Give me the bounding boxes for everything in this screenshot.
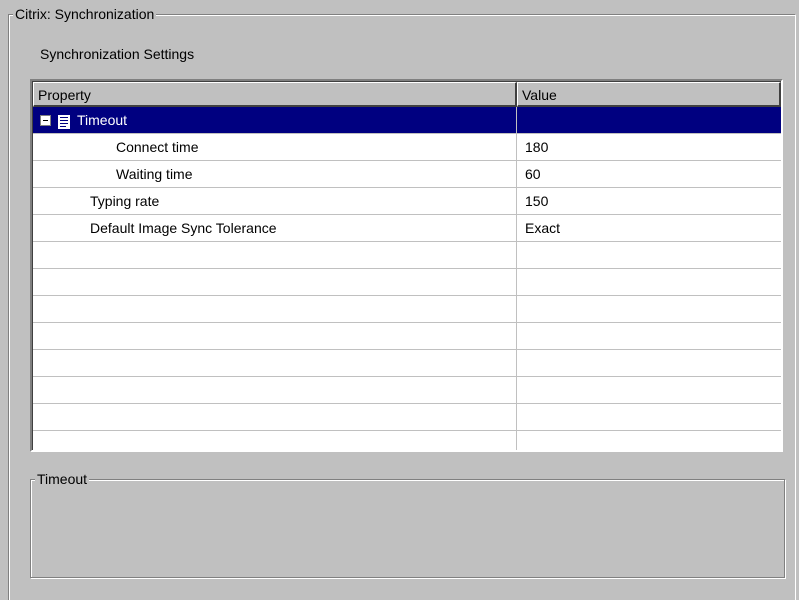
empty-cell — [517, 269, 781, 295]
value-cell[interactable]: 150 — [517, 188, 781, 214]
empty-cell — [33, 269, 517, 295]
groupbox-title: Citrix: Synchronization — [13, 5, 157, 23]
grid-row-image-sync-tolerance[interactable]: Default Image Sync Tolerance Exact — [33, 215, 781, 242]
property-grid[interactable]: Property Value Timeout Connect time 180 … — [30, 79, 783, 452]
empty-cell — [517, 242, 781, 268]
empty-cell — [33, 296, 517, 322]
property-column-header[interactable]: Property — [33, 82, 517, 107]
empty-row — [33, 377, 781, 404]
grid-header: Property Value — [33, 82, 781, 107]
property-cell: Default Image Sync Tolerance — [33, 215, 517, 241]
property-cell: Waiting time — [33, 161, 517, 187]
empty-cell — [33, 431, 517, 450]
empty-cell — [33, 242, 517, 268]
property-cell: Typing rate — [33, 188, 517, 214]
empty-cell — [517, 377, 781, 403]
property-cell: Connect time — [33, 134, 517, 160]
empty-cell — [517, 350, 781, 376]
empty-cell — [33, 377, 517, 403]
grid-row-timeout[interactable]: Timeout — [33, 107, 781, 134]
empty-cell — [517, 296, 781, 322]
empty-row — [33, 242, 781, 269]
value-cell[interactable]: Exact — [517, 215, 781, 241]
empty-row — [33, 350, 781, 377]
property-cell[interactable]: Timeout — [33, 107, 517, 133]
value-cell[interactable]: 60 — [517, 161, 781, 187]
collapse-minus-icon[interactable] — [40, 114, 51, 126]
empty-cell — [517, 431, 781, 450]
grid-row-typing-rate[interactable]: Typing rate 150 — [33, 188, 781, 215]
empty-row — [33, 404, 781, 431]
property-page-icon — [57, 112, 71, 130]
description-groupbox: Timeout — [30, 470, 785, 578]
empty-cell — [33, 350, 517, 376]
empty-row — [33, 269, 781, 296]
value-column-header[interactable]: Value — [517, 82, 781, 107]
value-cell[interactable] — [517, 107, 781, 133]
property-label: Timeout — [77, 112, 128, 128]
description-title: Timeout — [35, 470, 90, 488]
empty-cell — [33, 404, 517, 430]
settings-label: Synchronization Settings — [40, 46, 195, 62]
value-cell[interactable]: 180 — [517, 134, 781, 160]
grid-row-connect-time[interactable]: Connect time 180 — [33, 134, 781, 161]
empty-cell — [517, 404, 781, 430]
empty-row — [33, 296, 781, 323]
empty-cell — [33, 323, 517, 349]
empty-row — [33, 431, 781, 450]
empty-row — [33, 323, 781, 350]
empty-cell — [517, 323, 781, 349]
grid-row-waiting-time[interactable]: Waiting time 60 — [33, 161, 781, 188]
